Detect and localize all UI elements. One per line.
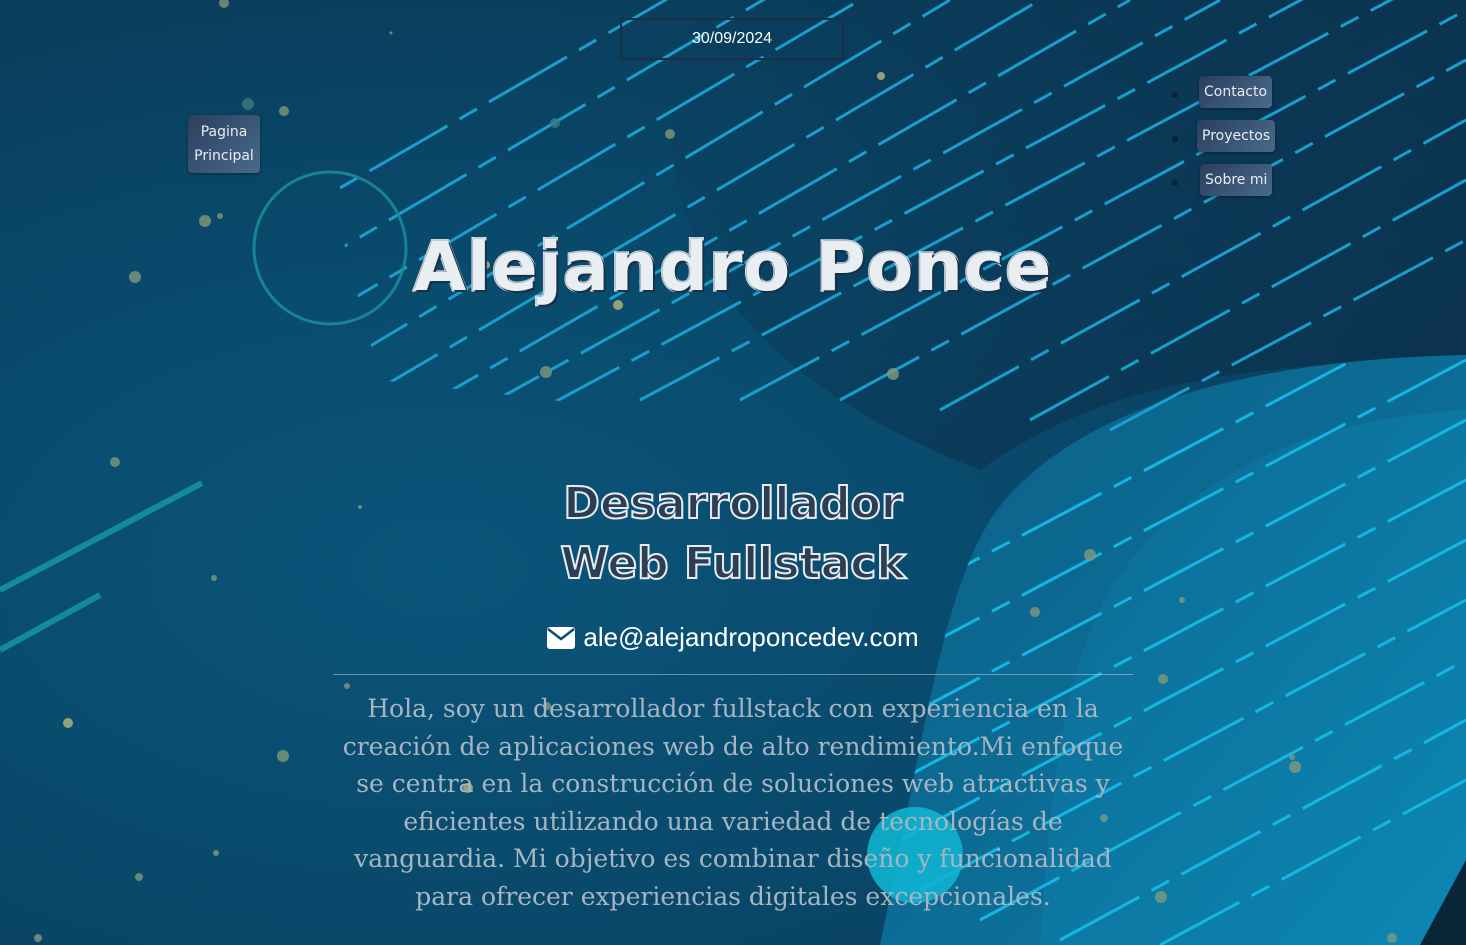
nav-link-proyectos[interactable]: Proyectos <box>1197 120 1276 152</box>
bullet-icon <box>1172 180 1178 186</box>
bio-text: Hola, soy un desarrollador fullstack con… <box>342 694 1124 911</box>
home-button[interactable]: Pagina Principal <box>188 115 260 173</box>
role-title: Desarrollador Web Fullstack <box>0 474 1466 594</box>
divider <box>333 674 1133 675</box>
page-title: Alejandro Ponce <box>412 227 1053 309</box>
role-line-1: Desarrollador <box>562 477 903 530</box>
home-button-label: Pagina Principal <box>194 124 254 164</box>
nav-link-sobre-mi[interactable]: Sobre mi <box>1200 164 1273 196</box>
bullet-icon <box>1172 92 1178 98</box>
nav-link-contacto[interactable]: Contacto <box>1199 76 1273 108</box>
page: 30/09/2024 Pagina Principal Contacto Pro… <box>0 0 1466 945</box>
role-line-2: Web Fullstack <box>559 537 906 590</box>
email-link[interactable]: ale@alejandroponcedev.com <box>583 622 918 653</box>
bullet-icon <box>1172 136 1178 142</box>
envelope-icon <box>547 626 576 649</box>
email-contact[interactable]: ale@alejandroponcedev.com <box>0 622 1466 653</box>
date-display: 30/09/2024 <box>620 18 844 60</box>
